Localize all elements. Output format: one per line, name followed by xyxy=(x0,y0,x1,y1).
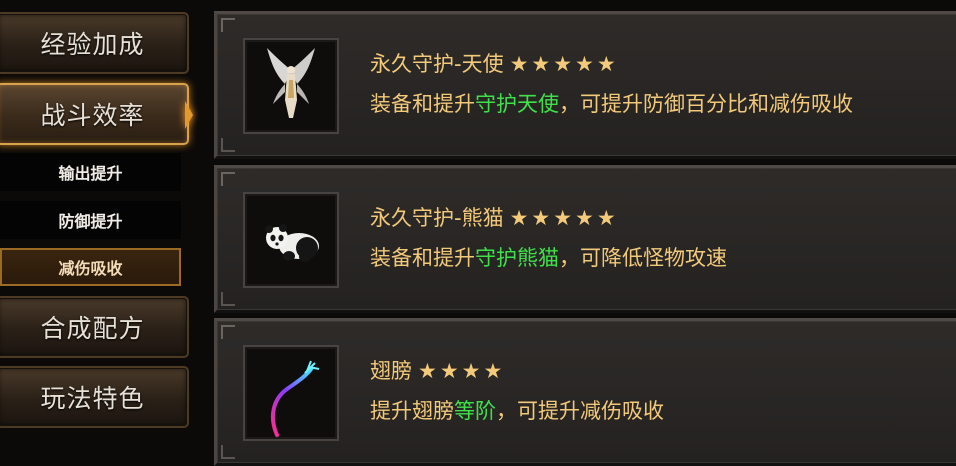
panel-corner-ornament xyxy=(221,325,235,339)
sidebar: 经验加成 战斗效率 输出提升 防御提升 减伤吸收 合成配方 玩法特色 xyxy=(0,0,196,451)
item-description: 装备和提升守护熊猫，可降低怪物攻速 xyxy=(370,242,727,272)
panel-corner-ornament xyxy=(221,172,235,186)
panel-corner-ornament xyxy=(221,138,235,152)
desc-text: 装备和提升 xyxy=(370,92,475,116)
item-title: 永久守护-熊猫 ★★★★★ xyxy=(370,202,619,232)
item-name: 永久守护-天使 xyxy=(370,52,504,76)
item-name: 永久守护-熊猫 xyxy=(370,206,504,230)
submenu-damage-absorb[interactable]: 减伤吸收 xyxy=(0,248,181,286)
angel-icon-slot[interactable] xyxy=(243,38,339,134)
panel-corner-ornament xyxy=(221,445,235,459)
menu-label: 战斗效率 xyxy=(40,101,145,130)
item-card-panda: 永久守护-熊猫 ★★★★★ 装备和提升守护熊猫，可降低怪物攻速 xyxy=(214,165,956,313)
item-card-wings: 翅膀 ★★★★ 提升翅膀等阶，可提升减伤吸收 xyxy=(214,318,956,466)
submenu-label: 输出提升 xyxy=(58,164,123,183)
star-rating: ★★★★★ xyxy=(509,206,619,230)
menu-label: 玩法特色 xyxy=(40,384,145,413)
menu-experience-bonus[interactable]: 经验加成 xyxy=(0,12,189,74)
desc-text: ，可提升减伤吸收 xyxy=(496,399,664,423)
item-title: 永久守护-天使 ★★★★★ xyxy=(370,48,619,78)
angel-icon xyxy=(267,48,315,118)
panel-corner-ornament xyxy=(221,18,235,32)
submenu-label: 防御提升 xyxy=(58,212,123,231)
item-card-angel: 永久守护-天使 ★★★★★ 装备和提升守护天使，可提升防御百分比和减伤吸收 xyxy=(214,11,956,159)
menu-gameplay-features[interactable]: 玩法特色 xyxy=(0,366,189,428)
desc-highlight: 等阶 xyxy=(454,399,496,423)
submenu-output-boost[interactable]: 输出提升 xyxy=(0,153,181,191)
wings-icon-slot[interactable] xyxy=(243,345,339,441)
menu-label: 经验加成 xyxy=(40,30,145,59)
desc-text: ，可提升防御百分比和减伤吸收 xyxy=(559,92,853,116)
menu-combat-efficiency[interactable]: 战斗效率 xyxy=(0,83,189,145)
desc-text: ，可降低怪物攻速 xyxy=(559,246,727,270)
item-description: 装备和提升守护天使，可提升防御百分比和减伤吸收 xyxy=(370,88,853,118)
star-rating: ★★★★ xyxy=(418,359,506,383)
panel-corner-ornament xyxy=(221,292,235,306)
desc-text: 提升翅膀 xyxy=(370,399,454,423)
desc-highlight: 守护天使 xyxy=(475,92,559,116)
desc-text: 装备和提升 xyxy=(370,246,475,270)
menu-crafting-recipes[interactable]: 合成配方 xyxy=(0,296,189,358)
item-name: 翅膀 xyxy=(370,359,412,383)
desc-highlight: 守护熊猫 xyxy=(475,246,559,270)
item-title: 翅膀 ★★★★ xyxy=(370,355,505,385)
menu-label: 合成配方 xyxy=(40,314,145,343)
panda-icon xyxy=(265,224,319,262)
submenu-label: 减伤吸收 xyxy=(58,259,123,278)
submenu-defense-boost[interactable]: 防御提升 xyxy=(0,201,181,239)
star-rating: ★★★★★ xyxy=(509,52,619,76)
item-description: 提升翅膀等阶，可提升减伤吸收 xyxy=(370,395,664,425)
wings-icon xyxy=(270,360,320,437)
panda-icon-slot[interactable] xyxy=(243,192,339,288)
